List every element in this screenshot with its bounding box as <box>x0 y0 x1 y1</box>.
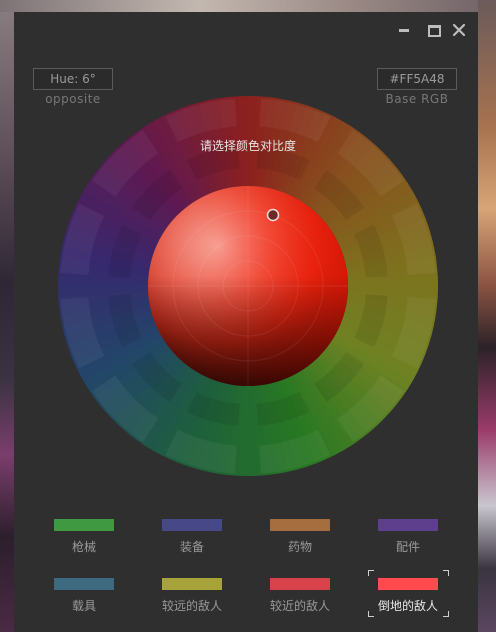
swatch-label: 枪械 <box>71 540 96 554</box>
color-swatch[interactable] <box>270 519 330 531</box>
background-art-left <box>0 0 14 632</box>
swatch-label: 载具 <box>71 599 96 613</box>
close-button[interactable] <box>451 22 467 38</box>
color-swatch[interactable] <box>54 578 114 590</box>
selection-corner <box>368 611 374 617</box>
color-swatch[interactable] <box>378 519 438 531</box>
minimize-icon <box>399 29 409 32</box>
saturation-disc[interactable] <box>148 186 348 386</box>
color-swatch[interactable] <box>162 519 222 531</box>
swatch-item[interactable]: 倒地的敌人 <box>363 570 453 622</box>
background-art-right <box>478 0 496 632</box>
swatch-label: 药物 <box>287 540 312 554</box>
background-art-top <box>0 0 496 12</box>
picker-marker[interactable] <box>266 208 280 222</box>
selection-corner <box>443 611 449 617</box>
color-swatch[interactable] <box>54 519 114 531</box>
close-icon <box>453 24 465 36</box>
swatch-label: 装备 <box>179 540 204 554</box>
selection-corner <box>368 570 374 576</box>
swatch-label: 较近的敌人 <box>269 599 330 613</box>
swatch-item[interactable]: 较远的敌人 <box>147 578 237 622</box>
swatch-label: 倒地的敌人 <box>377 599 438 613</box>
maximize-icon <box>428 25 441 37</box>
swatch-item[interactable]: 药物 <box>255 519 345 563</box>
swatch-item[interactable]: 装备 <box>147 519 237 563</box>
selection-corner <box>443 570 449 576</box>
minimize-button[interactable] <box>396 22 412 38</box>
swatch-item[interactable]: 枪械 <box>39 519 129 563</box>
base-rgb-field[interactable]: #FF5A48 <box>377 68 457 90</box>
color-swatch[interactable] <box>162 578 222 590</box>
wheel-title: 请选择颜色对比度 <box>199 139 296 153</box>
color-swatch[interactable] <box>378 578 438 590</box>
maximize-button[interactable] <box>426 22 442 38</box>
swatch-label: 配件 <box>395 540 420 554</box>
swatch-item[interactable]: 较近的敌人 <box>255 578 345 622</box>
swatch-item[interactable]: 载具 <box>39 578 129 622</box>
color-picker-panel: Hue: 6° opposite #FF5A48 Base RGB 请选择颜色对… <box>14 12 478 632</box>
hue-field[interactable]: Hue: 6° <box>33 68 113 90</box>
swatch-label: 较远的敌人 <box>161 599 222 613</box>
swatch-item[interactable]: 配件 <box>363 519 453 563</box>
color-swatch[interactable] <box>270 578 330 590</box>
